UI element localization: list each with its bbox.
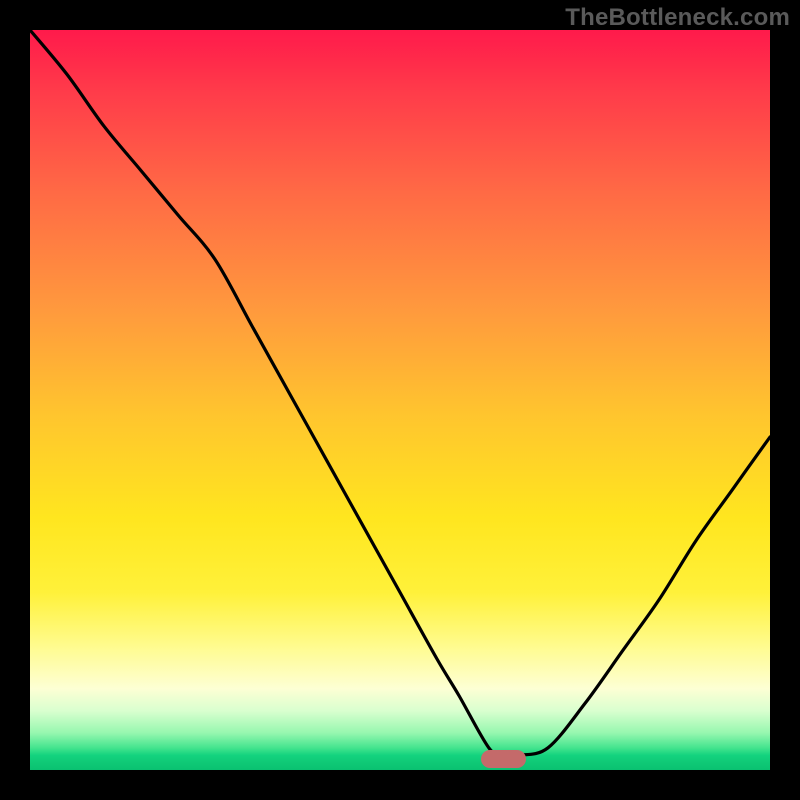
watermark-text: TheBottleneck.com [565,4,790,32]
bottleneck-curve [30,30,770,770]
chart-frame: TheBottleneck.com [0,0,800,800]
plot-area [30,30,770,770]
optimal-marker [481,750,525,768]
